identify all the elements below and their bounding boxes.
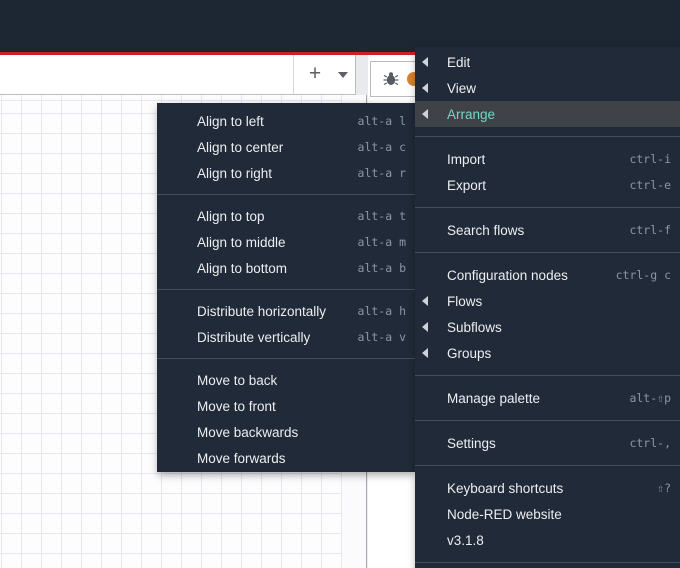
menu-item-move-backwards[interactable]: Move backwards bbox=[157, 419, 415, 445]
menu-item-label: Edit bbox=[447, 54, 471, 70]
menu-separator bbox=[157, 194, 415, 195]
menu-item-import[interactable]: Import ctrl-i bbox=[415, 146, 680, 172]
menu-item-flows[interactable]: Flows bbox=[415, 288, 680, 314]
menu-item-shortcut: alt-a c bbox=[357, 140, 406, 154]
menu-separator bbox=[415, 136, 680, 137]
menu-separator bbox=[415, 252, 680, 253]
submenu-left-arrow-icon bbox=[422, 109, 428, 119]
menu-item-shortcut: alt-⇧p bbox=[629, 391, 671, 405]
header-bar bbox=[0, 0, 680, 52]
add-flow-button[interactable]: + bbox=[300, 59, 330, 89]
menu-item-shortcut: ⇧? bbox=[657, 481, 671, 495]
menu-item-label: Align to bottom bbox=[197, 260, 288, 276]
menu-separator bbox=[415, 207, 680, 208]
menu-item-shortcut: ctrl-f bbox=[629, 223, 671, 237]
menu-item-label: Subflows bbox=[447, 319, 502, 335]
menu-item-export[interactable]: Export ctrl-e bbox=[415, 172, 680, 198]
menu-item-move-forwards[interactable]: Move forwards bbox=[157, 445, 415, 471]
menu-item-search-flows[interactable]: Search flows ctrl-f bbox=[415, 217, 680, 243]
menu-item-shortcut: alt-a h bbox=[357, 304, 406, 318]
submenu-left-arrow-icon bbox=[422, 322, 428, 332]
menu-item-shortcut: alt-a t bbox=[357, 209, 406, 223]
menu-item-label: Settings bbox=[447, 435, 496, 451]
menu-item-shortcut: alt-a r bbox=[357, 166, 406, 180]
menu-item-label: v3.1.8 bbox=[447, 532, 484, 548]
menu-item-label: Align to left bbox=[197, 113, 264, 129]
menu-item-version[interactable]: v3.1.8 bbox=[415, 527, 680, 553]
menu-item-shortcut: ctrl-e bbox=[629, 178, 671, 192]
main-menu: Edit View Arrange Import ctrl-i Export c… bbox=[415, 47, 680, 568]
submenu-left-arrow-icon bbox=[422, 57, 428, 67]
menu-item-label: Align to right bbox=[197, 165, 273, 181]
menu-item-label: Configuration nodes bbox=[447, 267, 568, 283]
menu-item-settings[interactable]: Settings ctrl-, bbox=[415, 430, 680, 456]
menu-item-shortcut: alt-a v bbox=[357, 330, 406, 344]
menu-item-label: Import bbox=[447, 151, 486, 167]
menu-item-align-bottom[interactable]: Align to bottom alt-a b bbox=[157, 255, 415, 281]
panel-divider[interactable] bbox=[356, 55, 368, 95]
submenu-left-arrow-icon bbox=[422, 348, 428, 358]
menu-item-label: Move to front bbox=[197, 398, 276, 414]
menu-item-align-right[interactable]: Align to right alt-a r bbox=[157, 160, 415, 186]
menu-item-shortcut: ctrl-, bbox=[629, 436, 671, 450]
menu-item-arrange[interactable]: Arrange bbox=[415, 101, 680, 127]
arrange-submenu: Align to left alt-a l Align to center al… bbox=[157, 103, 415, 472]
menu-item-label: Node-RED website bbox=[447, 506, 562, 522]
menu-item-keyboard-shortcuts[interactable]: Keyboard shortcuts ⇧? bbox=[415, 475, 680, 501]
flow-list-button[interactable] bbox=[334, 65, 354, 85]
menu-separator bbox=[415, 420, 680, 421]
menu-item-nodered-website[interactable]: Node-RED website bbox=[415, 501, 680, 527]
menu-item-manage-palette[interactable]: Manage palette alt-⇧p bbox=[415, 385, 680, 411]
menu-item-label: Align to top bbox=[197, 208, 265, 224]
menu-item-label: Arrange bbox=[447, 106, 496, 122]
menu-item-label: Flows bbox=[447, 293, 483, 309]
menu-item-shortcut: alt-a l bbox=[357, 114, 406, 128]
bug-icon bbox=[383, 72, 399, 86]
menu-item-shortcut: alt-a m bbox=[357, 235, 406, 249]
menu-item-align-center[interactable]: Align to center alt-a c bbox=[157, 134, 415, 160]
flow-tab-bar: + bbox=[0, 55, 356, 95]
menu-item-distribute-vertically[interactable]: Distribute vertically alt-a v bbox=[157, 324, 415, 350]
menu-item-align-left[interactable]: Align to left alt-a l bbox=[157, 108, 415, 134]
menu-item-edit[interactable]: Edit bbox=[415, 49, 680, 75]
submenu-left-arrow-icon bbox=[422, 83, 428, 93]
menu-item-align-top[interactable]: Align to top alt-a t bbox=[157, 203, 415, 229]
menu-item-label: Search flows bbox=[447, 222, 525, 238]
menu-separator bbox=[415, 562, 680, 563]
menu-item-label: Move backwards bbox=[197, 424, 299, 440]
menu-item-shortcut: ctrl-i bbox=[629, 152, 671, 166]
menu-item-shortcut: alt-a b bbox=[357, 261, 406, 275]
menu-item-label: Move to back bbox=[197, 372, 278, 388]
menu-separator bbox=[157, 358, 415, 359]
menu-item-align-middle[interactable]: Align to middle alt-a m bbox=[157, 229, 415, 255]
menu-item-label: Groups bbox=[447, 345, 492, 361]
submenu-left-arrow-icon bbox=[422, 296, 428, 306]
menu-item-label: Align to center bbox=[197, 139, 284, 155]
menu-item-label: Keyboard shortcuts bbox=[447, 480, 564, 496]
menu-separator bbox=[415, 465, 680, 466]
menu-item-label: View bbox=[447, 80, 477, 96]
menu-item-move-to-front[interactable]: Move to front bbox=[157, 393, 415, 419]
tab-bar-separator bbox=[293, 55, 294, 94]
menu-item-shortcut: ctrl-g c bbox=[615, 268, 671, 282]
menu-item-label: Export bbox=[447, 177, 487, 193]
menu-item-move-to-back[interactable]: Move to back bbox=[157, 367, 415, 393]
menu-item-distribute-horizontally[interactable]: Distribute horizontally alt-a h bbox=[157, 298, 415, 324]
menu-item-label: Distribute vertically bbox=[197, 329, 311, 345]
menu-item-configuration-nodes[interactable]: Configuration nodes ctrl-g c bbox=[415, 262, 680, 288]
menu-item-groups[interactable]: Groups bbox=[415, 340, 680, 366]
menu-item-subflows[interactable]: Subflows bbox=[415, 314, 680, 340]
menu-item-view[interactable]: View bbox=[415, 75, 680, 101]
menu-item-label: Move forwards bbox=[197, 450, 286, 466]
menu-separator bbox=[415, 375, 680, 376]
menu-item-label: Align to middle bbox=[197, 234, 286, 250]
menu-item-label: Distribute horizontally bbox=[197, 303, 327, 319]
menu-item-label: Manage palette bbox=[447, 390, 541, 406]
menu-separator bbox=[157, 289, 415, 290]
